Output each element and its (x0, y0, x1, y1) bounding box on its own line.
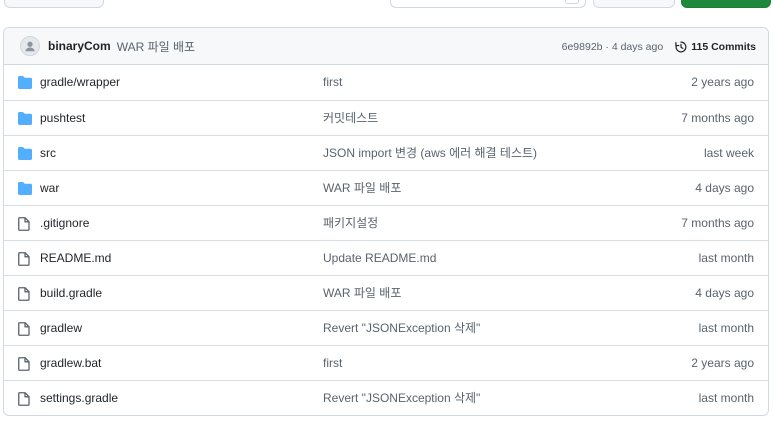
folder-icon (18, 182, 32, 195)
commit-message-link[interactable]: Update README.md (323, 241, 436, 276)
file-row[interactable]: gradlew.bat first 2 years ago (4, 345, 768, 380)
commit-age: last month (698, 321, 754, 335)
file-row[interactable]: pushtest 커밋테스트 7 months ago (4, 100, 768, 135)
file-icon (18, 392, 32, 406)
commit-message-link[interactable]: first (323, 65, 342, 100)
commit-message-link[interactable]: 커밋테스트 (323, 101, 378, 136)
branch-select-button[interactable] (4, 0, 104, 8)
folder-icon (18, 112, 32, 125)
folder-icon (18, 76, 32, 89)
file-row[interactable]: .gitignore 패키지설정 7 months ago (4, 205, 768, 240)
commit-message-link[interactable]: Revert "JSONException 삭제" (323, 381, 480, 415)
file-browser: binaryCom WAR 파일 배포 6e9892b · 4 days ago… (3, 27, 769, 416)
commit-age: 7 months ago (681, 111, 754, 125)
commit-sha-time[interactable]: 6e9892b · 4 days ago (562, 41, 664, 53)
commit-message-link[interactable]: WAR 파일 배포 (117, 38, 195, 55)
commit-age: 4 days ago (695, 286, 754, 300)
file-row[interactable]: gradlew Revert "JSONException 삭제" last mon… (4, 310, 768, 345)
file-name-link[interactable]: build.gradle (40, 276, 102, 311)
commit-author-link[interactable]: binaryCom (48, 39, 111, 53)
commit-message-link[interactable]: Revert "JSONException 삭제" (323, 311, 480, 346)
file-row[interactable]: gradle/wrapper first 2 years ago (4, 65, 768, 100)
commit-message-link[interactable]: first (323, 346, 342, 381)
code-button[interactable] (681, 0, 771, 8)
commit-age: last week (703, 146, 754, 160)
commit-message-link[interactable]: 패키지설정 (323, 206, 378, 241)
file-name-link[interactable]: gradlew (40, 311, 82, 346)
file-name-link[interactable]: gradle/wrapper (40, 65, 120, 100)
repo-toolbar (0, 0, 773, 8)
file-row[interactable]: README.md Update README.md last month (4, 240, 768, 275)
file-icon (18, 287, 32, 301)
keyboard-shortcut-icon (565, 0, 579, 4)
file-icon (18, 217, 32, 231)
file-name-link[interactable]: README.md (40, 241, 111, 276)
file-row[interactable]: src JSON import 변경 (aws 에러 해결 테스트) last we… (4, 135, 768, 170)
file-name-link[interactable]: gradlew.bat (40, 346, 101, 381)
file-icon (18, 252, 32, 266)
commit-age: last month (698, 251, 754, 265)
commit-age: 2 years ago (691, 356, 754, 370)
commit-age: 2 years ago (691, 75, 754, 89)
file-icon (18, 322, 32, 336)
avatar-icon[interactable] (20, 36, 40, 56)
commit-age: 7 months ago (681, 216, 754, 230)
file-name-link[interactable]: pushtest (40, 101, 85, 136)
file-name-link[interactable]: .gitignore (40, 206, 89, 241)
file-row[interactable]: settings.gradle Revert "JSONException 삭제"… (4, 380, 768, 415)
latest-commit-bar: binaryCom WAR 파일 배포 6e9892b · 4 days ago… (4, 28, 768, 65)
commit-age: 4 days ago (695, 181, 754, 195)
commits-link[interactable]: 115 Commits (675, 41, 756, 53)
file-icon (18, 357, 32, 371)
file-row[interactable]: war WAR 파일 배포 4 days ago (4, 170, 768, 205)
file-row[interactable]: build.gradle WAR 파일 배포 4 days ago (4, 275, 768, 310)
folder-icon (18, 147, 32, 160)
commit-message-link[interactable]: JSON import 변경 (aws 에러 해결 테스트) (323, 136, 537, 171)
file-name-link[interactable]: settings.gradle (40, 381, 118, 415)
commit-message-link[interactable]: WAR 파일 배포 (323, 276, 401, 311)
commits-count: 115 Commits (691, 40, 756, 53)
commit-meta: 6e9892b · 4 days ago 115 Commits (562, 28, 756, 65)
go-to-file-input[interactable] (390, 0, 586, 8)
history-icon (675, 41, 687, 52)
commit-age: last month (698, 391, 754, 405)
file-list: gradle/wrapper first 2 years ago pushtest 커밋… (4, 65, 768, 415)
commit-message-link[interactable]: WAR 파일 배포 (323, 171, 401, 206)
branch-info-link[interactable] (223, 0, 233, 6)
file-name-link[interactable]: src (40, 136, 56, 171)
file-name-link[interactable]: war (40, 171, 59, 206)
add-file-button[interactable] (593, 0, 675, 8)
